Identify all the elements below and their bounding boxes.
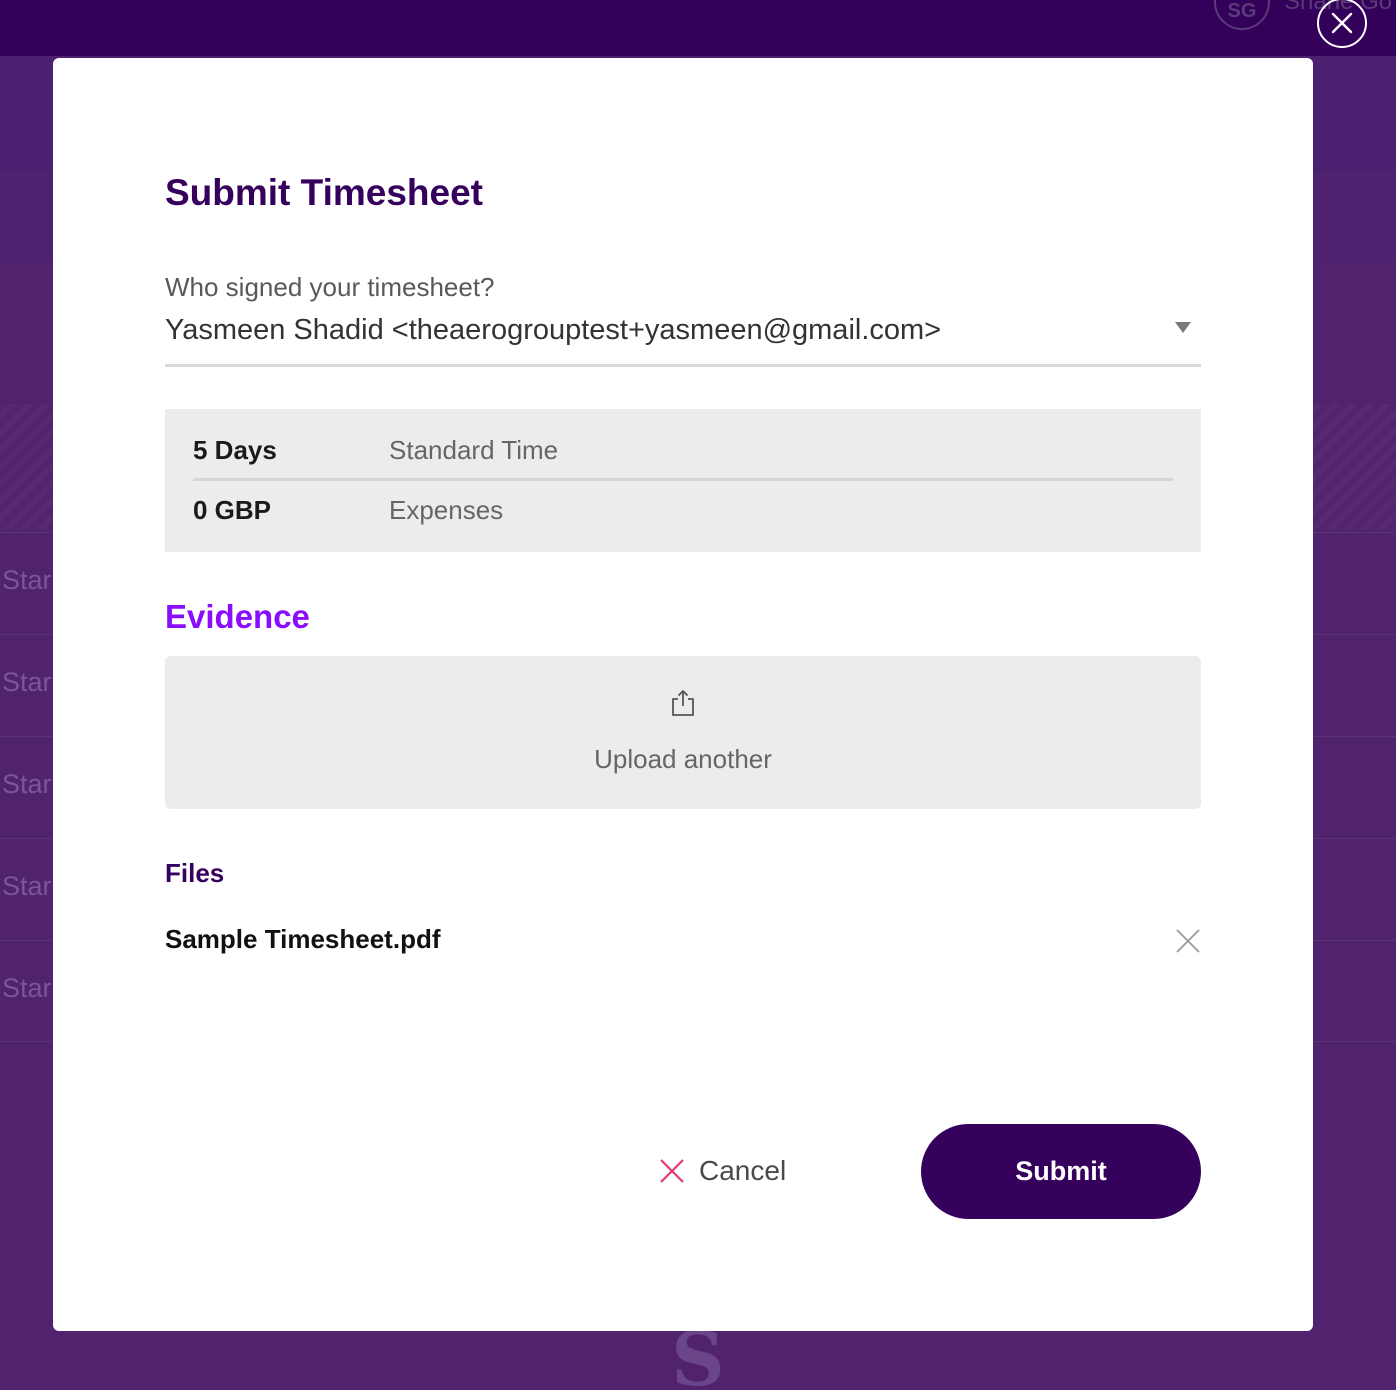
background-row-label: Star	[2, 973, 52, 1003]
close-icon	[1176, 929, 1200, 953]
upload-label: Upload another	[594, 744, 772, 774]
remove-file-button[interactable]	[1175, 928, 1201, 954]
signer-value: Yasmeen Shadid <theaerogrouptest+yasmeen…	[165, 314, 942, 346]
background-row-label: Star	[2, 565, 52, 595]
cancel-label: Cancel	[699, 1155, 787, 1186]
summary-name: Standard Time	[389, 435, 559, 465]
evidence-title: Evidence	[165, 598, 310, 635]
background-row-label: Star	[2, 769, 52, 799]
summary-name: Expenses	[389, 495, 504, 525]
files-title: Files	[165, 858, 225, 888]
avatar: SG	[1214, 0, 1270, 30]
background-row-label: Star	[2, 667, 52, 697]
caret-down-icon	[1175, 322, 1191, 333]
close-icon	[660, 1159, 684, 1183]
file-item: Sample Timesheet.pdf	[165, 920, 1201, 964]
summary-value: 5 Days	[193, 435, 277, 465]
brand-logo: S	[671, 1317, 725, 1390]
upload-another-button[interactable]: Upload another	[165, 656, 1201, 809]
cancel-button[interactable]: Cancel	[659, 1148, 786, 1194]
submit-timesheet-modal: Submit Timesheet Who signed your timeshe…	[53, 58, 1313, 1331]
modal-title: Submit Timesheet	[165, 172, 484, 213]
summary-row: 0 GBP Expenses	[193, 481, 1173, 541]
summary-value: 0 GBP	[193, 495, 272, 525]
file-name: Sample Timesheet.pdf	[165, 924, 441, 954]
signer-label: Who signed your timesheet?	[165, 272, 495, 302]
timesheet-summary: 5 Days Standard Time 0 GBP Expenses	[165, 409, 1201, 552]
close-icon	[1331, 12, 1353, 34]
summary-row: 5 Days Standard Time	[193, 421, 1173, 481]
share-upload-icon	[672, 690, 694, 716]
submit-button[interactable]: Submit	[921, 1124, 1201, 1219]
background-row-label: Star	[2, 871, 52, 901]
app-top-bar: SG Shane Go	[0, 0, 1396, 56]
close-modal-button[interactable]	[1317, 0, 1367, 48]
signer-select[interactable]: Yasmeen Shadid <theaerogrouptest+yasmeen…	[165, 310, 1201, 367]
submit-label: Submit	[1015, 1156, 1107, 1186]
